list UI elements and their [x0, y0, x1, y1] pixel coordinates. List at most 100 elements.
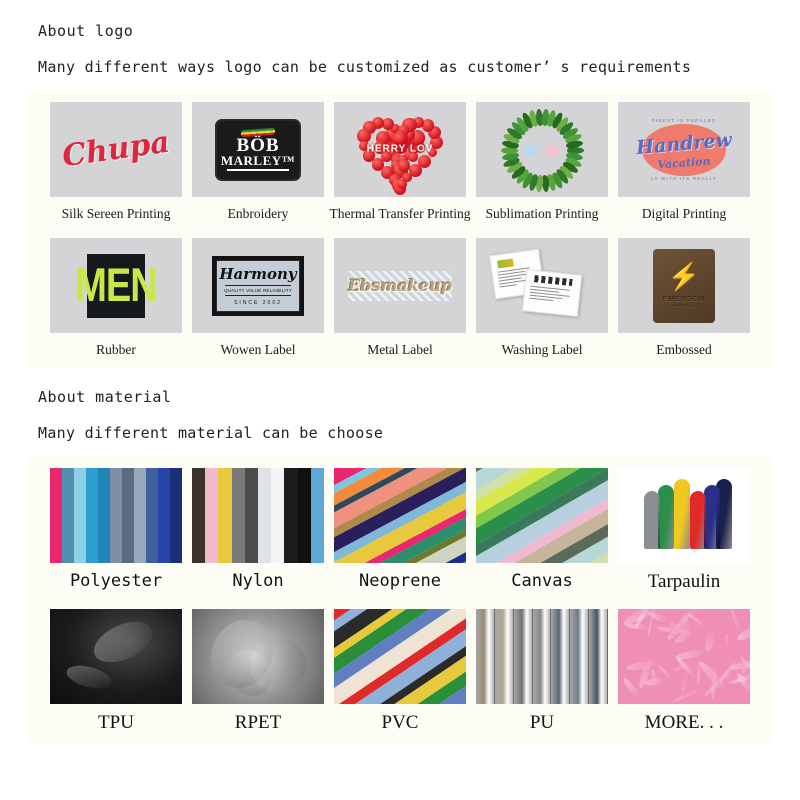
material-item-rpet[interactable]: RPET	[192, 609, 324, 734]
material-item-neoprene[interactable]: Neoprene	[334, 468, 466, 593]
logo-item-woven-label[interactable]: Harmony QUALITY VALUE RELIABILITY SINCE …	[192, 238, 324, 358]
sublimation-thumbnail	[476, 102, 608, 197]
fabric-strip	[258, 468, 272, 563]
washing-tag-front	[522, 269, 582, 317]
material-item-pu[interactable]: PU	[476, 609, 608, 734]
rose-heart-art: HERRY LOV	[334, 102, 466, 197]
material-item-pvc[interactable]: PVC	[334, 609, 466, 734]
material-label: MORE. . .	[645, 712, 724, 734]
material-item-polyester[interactable]: Polyester	[50, 468, 182, 593]
fur-wisp	[703, 627, 714, 651]
tarpaulin-sheet	[658, 485, 674, 549]
material-item-nylon[interactable]: Nylon	[192, 468, 324, 593]
heart-text: HERRY LOV	[367, 143, 434, 154]
harmony-label: Harmony QUALITY VALUE RELIABILITY SINCE …	[212, 256, 304, 316]
material-label: Polyester	[70, 571, 162, 591]
logo-label: Rubber	[96, 342, 136, 358]
material-label: PVC	[382, 712, 419, 734]
logo-item-digital-printing[interactable]: FINEST IS PURALES Handrew Vacation LA WI…	[618, 102, 750, 222]
pu-roll	[495, 609, 514, 704]
logo-item-washing-label[interactable]: Washing Label	[476, 238, 608, 358]
logo-label: Sublimation Printing	[486, 206, 599, 222]
fabric-strip	[218, 468, 232, 563]
material-label: TPU	[98, 712, 134, 734]
silk-screen-thumbnail: Chupa	[50, 102, 182, 197]
material-label: Nylon	[232, 571, 283, 591]
logo-label: Enbroidery	[228, 206, 289, 222]
pu-rolls-art	[476, 609, 608, 704]
neoprene-thumbnail	[334, 468, 466, 563]
material-label: Canvas	[511, 571, 572, 591]
logo-label: Metal Label	[367, 342, 433, 358]
divider	[225, 295, 291, 296]
material-item-tarpaulin[interactable]: Tarpaulin	[618, 468, 750, 593]
material-item-canvas[interactable]: Canvas	[476, 468, 608, 593]
arc-bottom-text: LA WITH ITS REALLY	[651, 176, 717, 181]
tarpaulin-sheet	[690, 491, 706, 549]
nylon-swatch	[192, 468, 324, 563]
patch-line-2: MARLEY™	[221, 154, 295, 167]
diagonal-band-group	[476, 468, 608, 563]
logo-item-embossed[interactable]: ⚡ EMERSON PROFILE Embossed	[618, 238, 750, 358]
material-label: PU	[530, 712, 554, 734]
logo-label: Embossed	[656, 342, 712, 358]
logo-item-rubber[interactable]: MEN Rubber	[50, 238, 182, 358]
embossed-name: EMERSON	[663, 296, 705, 303]
ebsmakeup-metal-plate: Ebsmakeup	[348, 271, 452, 301]
fabric-strip	[192, 468, 206, 563]
fur-wisp	[725, 633, 729, 649]
pu-roll	[533, 609, 552, 704]
emerson-leather-patch: ⚡ EMERSON PROFILE	[653, 249, 715, 323]
patch-line-1: BÖB	[236, 137, 279, 154]
fabric-strip	[298, 468, 312, 563]
pu-roll	[589, 609, 608, 704]
harmony-since: SINCE 2002	[234, 300, 282, 306]
fabric-strip	[245, 468, 259, 563]
rose-petal	[418, 155, 431, 168]
pvc-thumbnail	[334, 609, 466, 704]
harmony-brand: Harmony	[219, 265, 296, 283]
diagonal-band-group	[334, 468, 466, 563]
top-spacer	[0, 0, 800, 22]
material-label: Neoprene	[359, 571, 441, 591]
material-section-subtitle: Many different material can be choose	[38, 424, 800, 442]
fur-wisp	[673, 687, 704, 703]
pu-roll	[551, 609, 570, 704]
fur-wisp	[697, 656, 701, 683]
digital-printing-thumbnail: FINEST IS PURALES Handrew Vacation LA WI…	[618, 102, 750, 197]
material-row-2: TPU RPET PVC PU MORE. . .	[26, 609, 774, 734]
material-item-more[interactable]: MORE. . .	[618, 609, 750, 734]
bird-left-icon	[524, 145, 538, 156]
logo-item-sublimation[interactable]: Sublimation Printing	[476, 102, 608, 222]
logo-item-silk-screen[interactable]: Chupa Silk Sereen Printing	[50, 102, 182, 222]
logo-panel: Chupa Silk Sereen Printing BÖB MARLEY™ E…	[26, 90, 774, 368]
embossed-sub: PROFILE	[672, 303, 696, 308]
logo-label: Wowen Label	[220, 342, 295, 358]
fabric-strip	[284, 468, 298, 563]
material-label: RPET	[235, 712, 281, 734]
fabric-strip	[170, 468, 182, 563]
tarpaulin-sheet	[644, 491, 660, 549]
logo-item-metal-label[interactable]: Ebsmakeup Metal Label	[334, 238, 466, 358]
logo-item-thermal-transfer[interactable]: HERRY LOV Thermal Transfer Printing	[334, 102, 466, 222]
tarpaulin-sheet	[674, 479, 690, 549]
chupa-logo: Chupa	[50, 102, 182, 197]
logo-item-embroidery[interactable]: BÖB MARLEY™ Enbroidery	[192, 102, 324, 222]
fur-wisp	[650, 612, 669, 624]
fur-wisp	[729, 609, 741, 636]
material-item-tpu[interactable]: TPU	[50, 609, 182, 734]
tarpaulin-sheets	[618, 468, 750, 563]
patch-underline	[227, 169, 289, 171]
washing-label-thumbnail	[476, 238, 608, 333]
rubber-thumbnail: MEN	[50, 238, 182, 333]
metal-text: Ebsmakeup	[348, 276, 452, 295]
embroidery-thumbnail: BÖB MARLEY™	[192, 102, 324, 197]
fur-wisp	[622, 677, 642, 700]
material-label: Tarpaulin	[648, 571, 721, 593]
woven-label-thumbnail: Harmony QUALITY VALUE RELIABILITY SINCE …	[192, 238, 324, 333]
embossed-thumbnail: ⚡ EMERSON PROFILE	[618, 238, 750, 333]
logo-section-title: About logo	[38, 22, 800, 40]
men-text: MEN	[75, 262, 156, 310]
tarpaulin-sheet	[704, 485, 720, 549]
neoprene-swatch	[334, 468, 466, 563]
